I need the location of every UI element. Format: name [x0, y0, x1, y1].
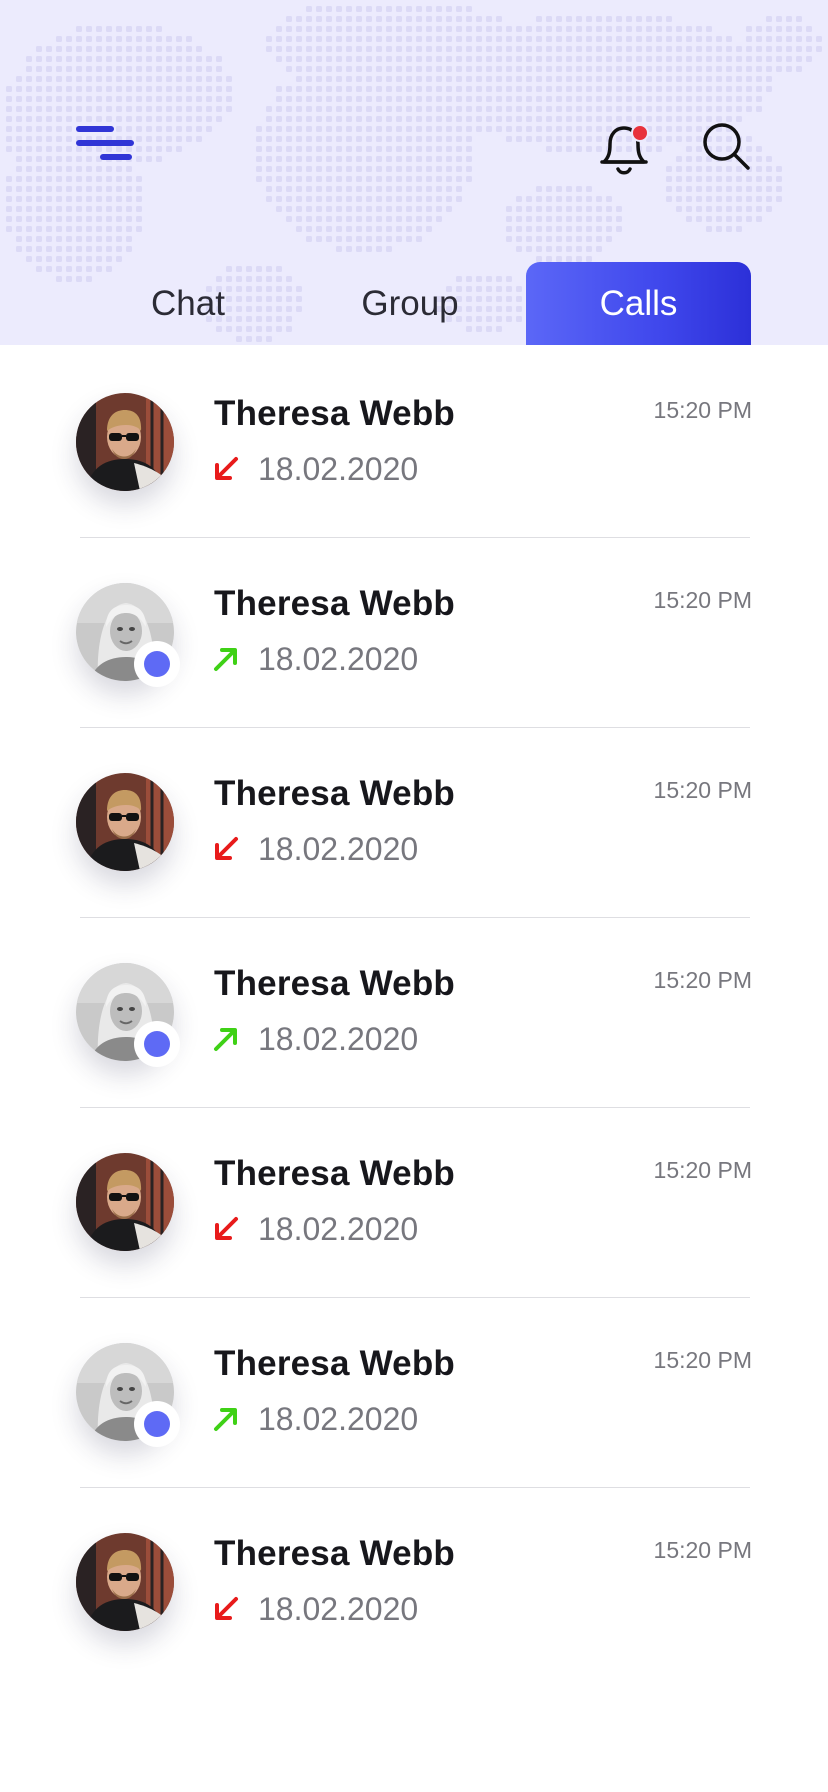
- outgoing-call-arrow-icon: [214, 648, 237, 671]
- avatar-image: [76, 393, 174, 491]
- call-time: 15:20 PM: [653, 777, 752, 803]
- man-avatar-photo: [76, 393, 174, 491]
- notifications-button[interactable]: [596, 118, 654, 180]
- bell-icon: [600, 124, 649, 175]
- notification-badge: [631, 124, 649, 142]
- call-time: 15:20 PM: [653, 397, 752, 423]
- avatar[interactable]: [76, 773, 174, 871]
- call-time: 15:20 PM: [653, 1157, 752, 1183]
- incoming-call-arrow-icon: [215, 1217, 238, 1240]
- avatar[interactable]: [76, 963, 180, 1067]
- menu-button[interactable]: [72, 120, 138, 168]
- caller-name: Theresa Webb: [214, 964, 455, 1003]
- call-time: 15:20 PM: [653, 967, 752, 993]
- caller-name: Theresa Webb: [214, 1344, 455, 1383]
- man-avatar-photo: [76, 1533, 174, 1631]
- man-avatar-photo: [76, 773, 174, 871]
- avatar-image: [76, 1153, 174, 1251]
- man-avatar-photo: [76, 1153, 174, 1251]
- incoming-call-arrow-icon: [215, 837, 238, 860]
- call-row-3[interactable]: Theresa Webb 18.02.2020 15:20 PM: [0, 673, 828, 918]
- caller-name: Theresa Webb: [214, 774, 455, 813]
- incoming-call-arrow-icon: [215, 1597, 238, 1620]
- search-button[interactable]: [698, 118, 754, 174]
- call-row-5[interactable]: Theresa Webb 18.02.2020 15:20 PM: [0, 1053, 828, 1298]
- caller-name: Theresa Webb: [214, 394, 455, 433]
- call-time: 15:20 PM: [653, 1347, 752, 1373]
- call-row-2[interactable]: Theresa Webb 18.02.2020 15:20 PM: [0, 483, 828, 728]
- call-row-6[interactable]: Theresa Webb 18.02.2020 15:20 PM: [0, 1243, 828, 1488]
- call-time: 15:20 PM: [653, 1537, 752, 1563]
- call-row-1[interactable]: Theresa Webb 18.02.2020 15:20 PM: [0, 293, 828, 538]
- avatar[interactable]: [76, 1153, 174, 1251]
- menu-icon: [76, 126, 134, 160]
- caller-name: Theresa Webb: [214, 1534, 455, 1573]
- avatar[interactable]: [76, 393, 174, 491]
- avatar-image: [76, 773, 174, 871]
- search-icon: [703, 123, 750, 170]
- avatar[interactable]: [76, 1533, 174, 1631]
- call-row-7[interactable]: Theresa Webb 18.02.2020 15:20 PM: [0, 1433, 828, 1631]
- avatar[interactable]: [76, 1343, 180, 1447]
- outgoing-call-arrow-icon: [214, 1028, 237, 1051]
- avatar-image: [76, 1533, 174, 1631]
- avatar[interactable]: [76, 583, 180, 687]
- call-time: 15:20 PM: [653, 587, 752, 613]
- call-row-4[interactable]: Theresa Webb 18.02.2020 15:20 PM: [0, 863, 828, 1108]
- call-date: 18.02.2020: [258, 1591, 419, 1627]
- caller-name: Theresa Webb: [214, 1154, 455, 1193]
- caller-name: Theresa Webb: [214, 584, 455, 623]
- incoming-call-arrow-icon: [215, 457, 238, 480]
- outgoing-call-arrow-icon: [214, 1408, 237, 1431]
